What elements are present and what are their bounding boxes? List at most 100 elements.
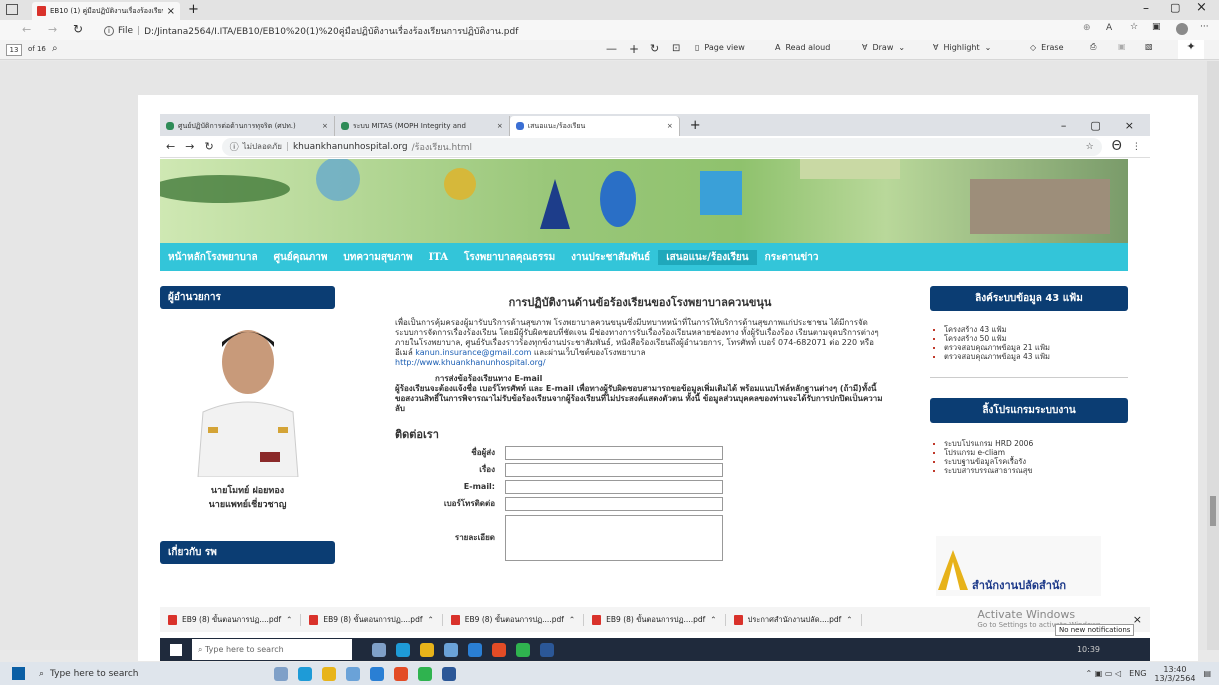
maximize-button[interactable]: ▢	[1170, 1, 1180, 14]
print-icon[interactable]: ⎙	[1090, 42, 1096, 52]
mail-icon[interactable]	[468, 642, 482, 657]
page-view-button[interactable]: ▯ Page view	[695, 43, 745, 52]
refresh-icon[interactable]: ↻	[204, 140, 213, 153]
download-item[interactable]: EB9 (8) ขั้นตอนการปฏ....pdf ⌃	[443, 613, 585, 626]
taskbar-search-box[interactable]: ⌕ Type here to search	[39, 669, 269, 679]
list-item[interactable]: ตรวจสอบคุณภาพข้อมูล 21 แฟ้ม	[944, 343, 1128, 352]
list-item[interactable]: โครงสร้าง 50 แฟ้ม	[944, 334, 1128, 343]
list-item[interactable]: โปรแกรม e-cliam	[944, 448, 1128, 457]
nav-item-complaints[interactable]: เสนอแนะ/ร้องเรียน	[658, 249, 757, 265]
outer-active-tab[interactable]: EB10 (1) คู่มือปฏิบัติงานเรื่องร้องเรียน…	[32, 2, 180, 20]
nav-item-quality[interactable]: ศูนย์คุณภาพ	[266, 250, 336, 265]
save-icon[interactable]: ▣	[1118, 42, 1126, 51]
new-tab-button[interactable]: +	[188, 2, 199, 17]
chevron-up-icon[interactable]: ⌃	[846, 615, 852, 624]
store-icon[interactable]	[346, 666, 360, 681]
inner-search-box[interactable]: ⌕ Type here to search	[192, 639, 352, 660]
sender-name-input[interactable]	[505, 446, 723, 460]
task-view-icon[interactable]	[372, 642, 386, 657]
tab-close-icon[interactable]: ×	[322, 122, 328, 130]
chevron-up-icon[interactable]: ⌃	[569, 615, 575, 624]
zoom-in-button[interactable]: +	[629, 42, 639, 56]
word-icon[interactable]	[540, 642, 554, 657]
nav-item-home[interactable]: หน้าหลักโรงพยาบาล	[160, 250, 266, 265]
download-item[interactable]: ประกาศสำนักงานปลัด....pdf ⌃	[726, 613, 862, 626]
nav-item-board[interactable]: กระดานข่าว	[757, 250, 827, 265]
line-icon[interactable]	[418, 666, 432, 681]
fit-icon[interactable]: ⊡	[672, 43, 680, 54]
close-window-button[interactable]: ×	[1125, 119, 1134, 132]
highlight-button[interactable]: ∀ Highlight ⌄	[933, 43, 991, 52]
inner-tab[interactable]: ระบบ MITAS (MOPH Integrity and ×	[335, 116, 510, 136]
site-link[interactable]: http://www.khuankhanunhospital.org/	[395, 358, 885, 368]
inner-active-tab[interactable]: เสนอแนะ/ร้องเรียน ×	[509, 116, 680, 136]
list-item[interactable]: โครงสร้าง 43 แฟ้ม	[944, 325, 1128, 334]
nav-item-moral-hospital[interactable]: โรงพยาบาลคุณธรรม	[456, 250, 563, 265]
outer-url-field[interactable]: i File | D:/Jintana2564/I.ITA/EB10/EB10%…	[104, 24, 518, 38]
windows-start-icon[interactable]	[170, 643, 182, 656]
more-icon[interactable]: ⋮	[1132, 142, 1141, 152]
tab-close-icon[interactable]: ×	[167, 6, 175, 17]
chevron-up-icon[interactable]: ⌃	[710, 615, 716, 624]
profile-avatar[interactable]	[1176, 23, 1188, 35]
back-icon[interactable]: ←	[22, 23, 31, 36]
notification-icon[interactable]: ▤	[1203, 669, 1211, 678]
nav-item-pr[interactable]: งานประชาสัมพันธ์	[563, 250, 658, 265]
inner-tab[interactable]: ศูนย์ปฏิบัติการต่อต้านการทุจริต (ศปท.) ×	[160, 116, 335, 136]
list-item[interactable]: ระบบโปรแกรม HRD 2006	[944, 439, 1128, 448]
list-item[interactable]: ตรวจสอบคุณภาพข้อมูล 43 แฟ้ม	[944, 352, 1128, 361]
explorer-icon[interactable]	[420, 642, 434, 657]
phone-input[interactable]	[505, 497, 723, 511]
clock[interactable]: 13:40 13/3/2564	[1154, 665, 1195, 683]
details-textarea[interactable]	[505, 515, 723, 561]
back-icon[interactable]: ←	[166, 140, 175, 153]
refresh-icon[interactable]: ↻	[73, 22, 83, 36]
email-input[interactable]	[505, 480, 723, 494]
nav-item-ita[interactable]: ITA	[421, 252, 456, 263]
zoom-out-button[interactable]: —	[606, 42, 617, 55]
more-icon[interactable]: ···	[1200, 22, 1209, 32]
read-aloud-icon[interactable]: A	[1106, 23, 1112, 33]
list-item[interactable]: ระบบสารบรรณสาธารณสุข	[944, 466, 1128, 475]
close-window-button[interactable]: ×	[1196, 0, 1207, 15]
nav-item-articles[interactable]: บทความสุขภาพ	[335, 250, 420, 265]
chevron-up-icon[interactable]: ⌃	[427, 615, 433, 624]
edge-icon[interactable]	[396, 642, 410, 657]
explorer-icon[interactable]	[322, 666, 336, 681]
download-item[interactable]: EB9 (8) ขั้นตอนการปฏ....pdf ⌃	[301, 613, 443, 626]
draw-button[interactable]: ∀ Draw ⌄	[862, 43, 905, 52]
favorites-icon[interactable]: ☆	[1130, 22, 1138, 32]
tray-icons[interactable]: ⌃ ▣ ▭ ◁	[1086, 669, 1122, 678]
edge-icon[interactable]	[298, 666, 312, 681]
rotate-icon[interactable]: ↻	[650, 42, 659, 55]
star-icon[interactable]: ☆	[1086, 142, 1094, 152]
outer-scrollbar[interactable]	[1207, 61, 1219, 650]
store-icon[interactable]	[444, 642, 458, 657]
collections-icon[interactable]: ▣	[1152, 22, 1161, 32]
task-view-icon[interactable]	[274, 666, 288, 681]
page-number-input[interactable]: 13	[6, 44, 22, 56]
chrome-icon[interactable]	[492, 642, 506, 657]
new-tab-button[interactable]: +	[680, 118, 711, 133]
erase-button[interactable]: ◇ Erase	[1030, 43, 1064, 52]
minimize-button[interactable]: –	[1061, 119, 1067, 132]
chrome-icon[interactable]	[394, 666, 408, 681]
chevron-up-icon[interactable]: ⌃	[286, 615, 292, 624]
subject-input[interactable]	[505, 463, 723, 477]
pin-icon[interactable]: ✦	[1178, 40, 1204, 59]
list-item[interactable]: ระบบฐานข้อมูลโรคเรื้อรัง	[944, 457, 1128, 466]
email-link[interactable]: kanun.insurance@gmail.com	[415, 348, 531, 357]
word-icon[interactable]	[442, 666, 456, 681]
tab-close-icon[interactable]: ×	[497, 122, 503, 130]
download-item[interactable]: EB9 (8) ขั้นตอนการปฏ....pdf ⌃	[160, 613, 302, 626]
profile-icon[interactable]: Θ	[1112, 139, 1122, 154]
maximize-button[interactable]: ▢	[1090, 119, 1100, 132]
forward-icon[interactable]: →	[185, 140, 194, 153]
minimize-button[interactable]: –	[1143, 1, 1149, 15]
save-as-icon[interactable]: ▧	[1145, 42, 1153, 51]
mail-icon[interactable]	[370, 666, 384, 681]
search-icon[interactable]: ⌕	[52, 43, 58, 54]
read-aloud-button[interactable]: A Read aloud	[775, 43, 830, 52]
zoom-icon[interactable]: ⊕	[1083, 23, 1091, 33]
line-icon[interactable]	[516, 642, 530, 657]
